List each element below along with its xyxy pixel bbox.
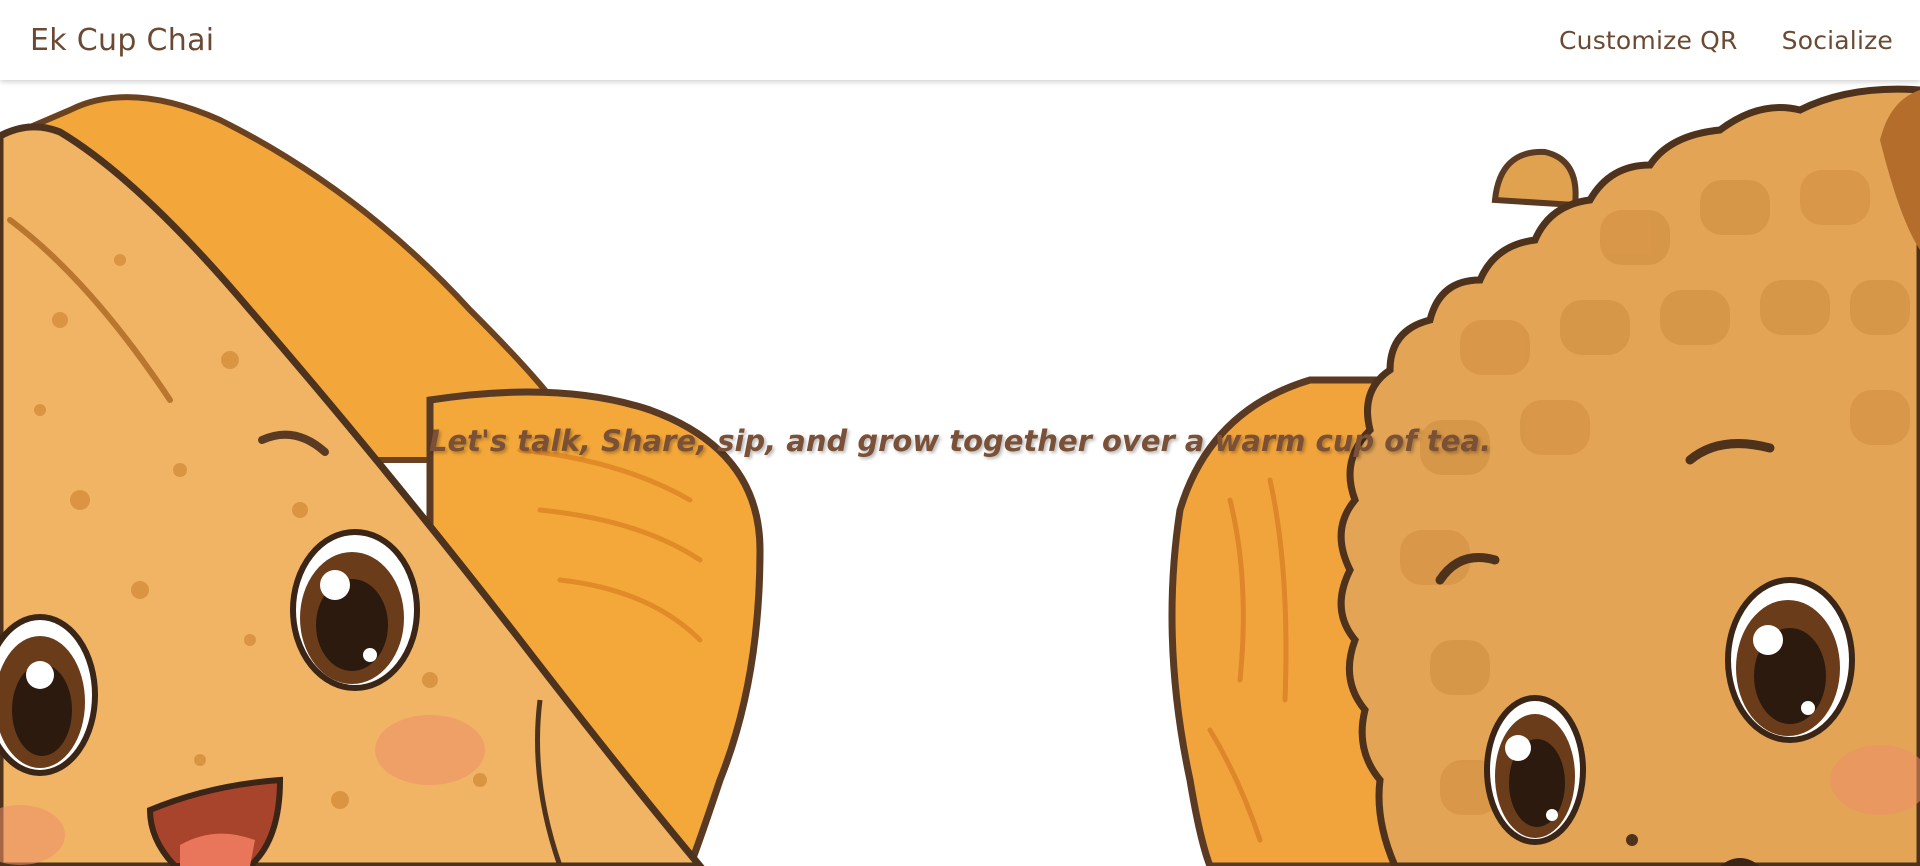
nav-links: Customize QR Socialize: [1559, 26, 1893, 55]
top-navbar: Ek Cup Chai Customize QR Socialize: [0, 0, 1920, 80]
hero-section: Let's talk, Share, sip, and grow togethe…: [0, 80, 1920, 866]
toast-character-illustration: [0, 94, 764, 866]
brand-logo-text[interactable]: Ek Cup Chai: [30, 23, 214, 58]
hero-tagline: Let's talk, Share, sip, and grow togethe…: [429, 424, 1491, 458]
nav-link-socialize[interactable]: Socialize: [1782, 26, 1893, 55]
nav-link-customize-qr[interactable]: Customize QR: [1559, 26, 1738, 55]
hero-illustration: [0, 85, 1920, 866]
biscuit-character-illustration: [1168, 85, 1920, 866]
